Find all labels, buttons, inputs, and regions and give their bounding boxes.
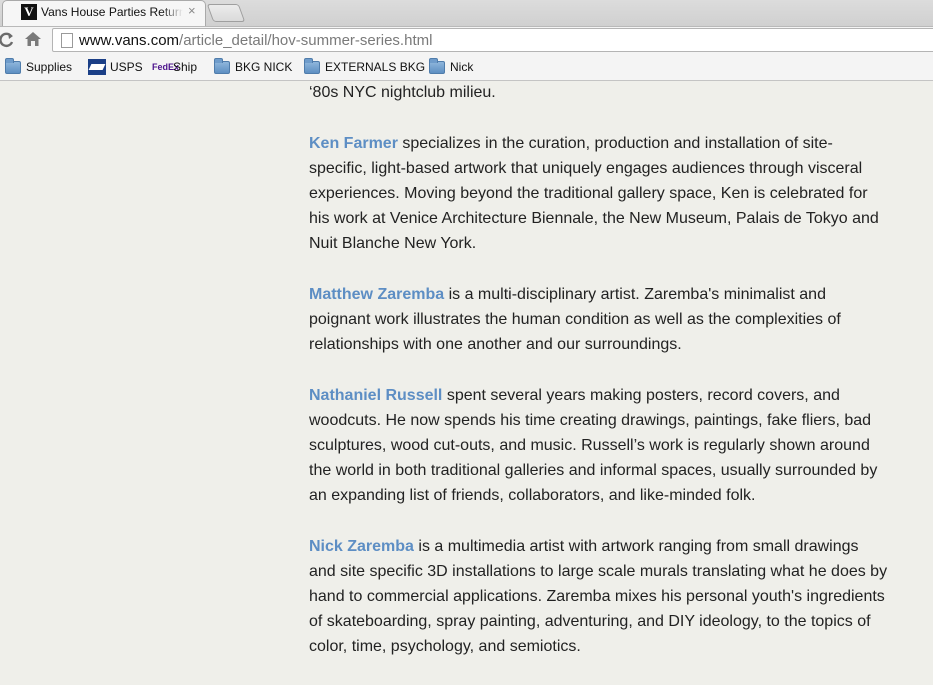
address-bar[interactable]: www.vans.com/article_detail/hov-summer-s… xyxy=(52,28,933,52)
artist-paragraph-nick-zaremba: Nick Zaremba is a multimedia artist with… xyxy=(309,534,889,659)
artist-bio: is a multimedia artist with artwork rang… xyxy=(309,538,888,655)
artist-paragraph-nathaniel-russell: Nathaniel Russell spent several years ma… xyxy=(309,383,889,508)
folder-icon xyxy=(5,58,21,74)
folder-icon xyxy=(214,58,230,74)
artist-name-link[interactable]: Matthew Zaremba xyxy=(309,286,444,303)
tab-close-icon[interactable]: × xyxy=(188,3,196,18)
artist-name-link[interactable]: Nathaniel Russell xyxy=(309,387,442,404)
artist-paragraph-ken-farmer: Ken Farmer specializes in the curation, … xyxy=(309,131,889,256)
bookmark-label: BKG NICK xyxy=(235,60,293,74)
artist-bio: specializes in the curation, production … xyxy=(309,135,879,252)
artist-bio: spent several years making posters, reco… xyxy=(309,387,878,504)
bookmark-label: Supplies xyxy=(26,60,73,74)
usps-icon xyxy=(88,59,106,75)
folder-icon xyxy=(429,58,445,74)
reload-glyph xyxy=(0,32,14,48)
bookmark-label: USPS xyxy=(110,60,143,74)
bookmark-label: EXTERNALS BKG xyxy=(325,60,426,74)
tab-title: Vans House Parties Return xyxy=(41,5,183,19)
artist-paragraph-matthew-zaremba: Matthew Zaremba is a multi-disciplinary … xyxy=(309,282,889,357)
browser-toolbar: www.vans.com/article_detail/hov-summer-s… xyxy=(0,27,933,56)
bookmark-label: Ship xyxy=(173,60,198,74)
bookmark-nick[interactable]: Nick xyxy=(429,58,479,77)
page-icon xyxy=(61,33,73,48)
url-path: /article_detail/hov-summer-series.html xyxy=(179,32,433,49)
browser-tab[interactable]: V Vans House Parties Return × xyxy=(2,0,206,26)
bookmark-usps[interactable]: USPS xyxy=(88,59,143,77)
reload-icon[interactable] xyxy=(0,32,14,53)
vans-favicon-icon: V xyxy=(21,4,37,20)
artist-name-link[interactable]: Ken Farmer xyxy=(309,135,398,152)
bookmark-externals-bkg[interactable]: EXTERNALS BKG xyxy=(304,58,425,77)
bookmark-ship[interactable]: FedEx Ship xyxy=(152,59,202,77)
home-icon[interactable] xyxy=(24,30,42,50)
bookmark-label: Nick xyxy=(450,60,474,74)
article-body: ‘80s NYC nightclub milieu. Ken Farmer sp… xyxy=(309,80,889,685)
home-glyph xyxy=(25,32,41,46)
url-host: www.vans.com xyxy=(79,32,180,49)
tab-strip: V Vans House Parties Return × xyxy=(0,0,933,27)
intro-tail: ‘80s NYC nightclub milieu. xyxy=(309,84,496,101)
bookmark-supplies[interactable]: Supplies xyxy=(5,58,75,77)
folder-icon xyxy=(304,58,320,74)
bookmarks-bar: Supplies USPS FedEx Ship BKG NICK EXTERN… xyxy=(0,56,933,81)
new-tab-button[interactable] xyxy=(206,4,246,22)
bookmark-bkg-nick[interactable]: BKG NICK xyxy=(214,58,294,77)
url-text[interactable]: www.vans.com/article_detail/hov-summer-s… xyxy=(79,32,432,49)
artist-name-link[interactable]: Nick Zaremba xyxy=(309,538,414,555)
